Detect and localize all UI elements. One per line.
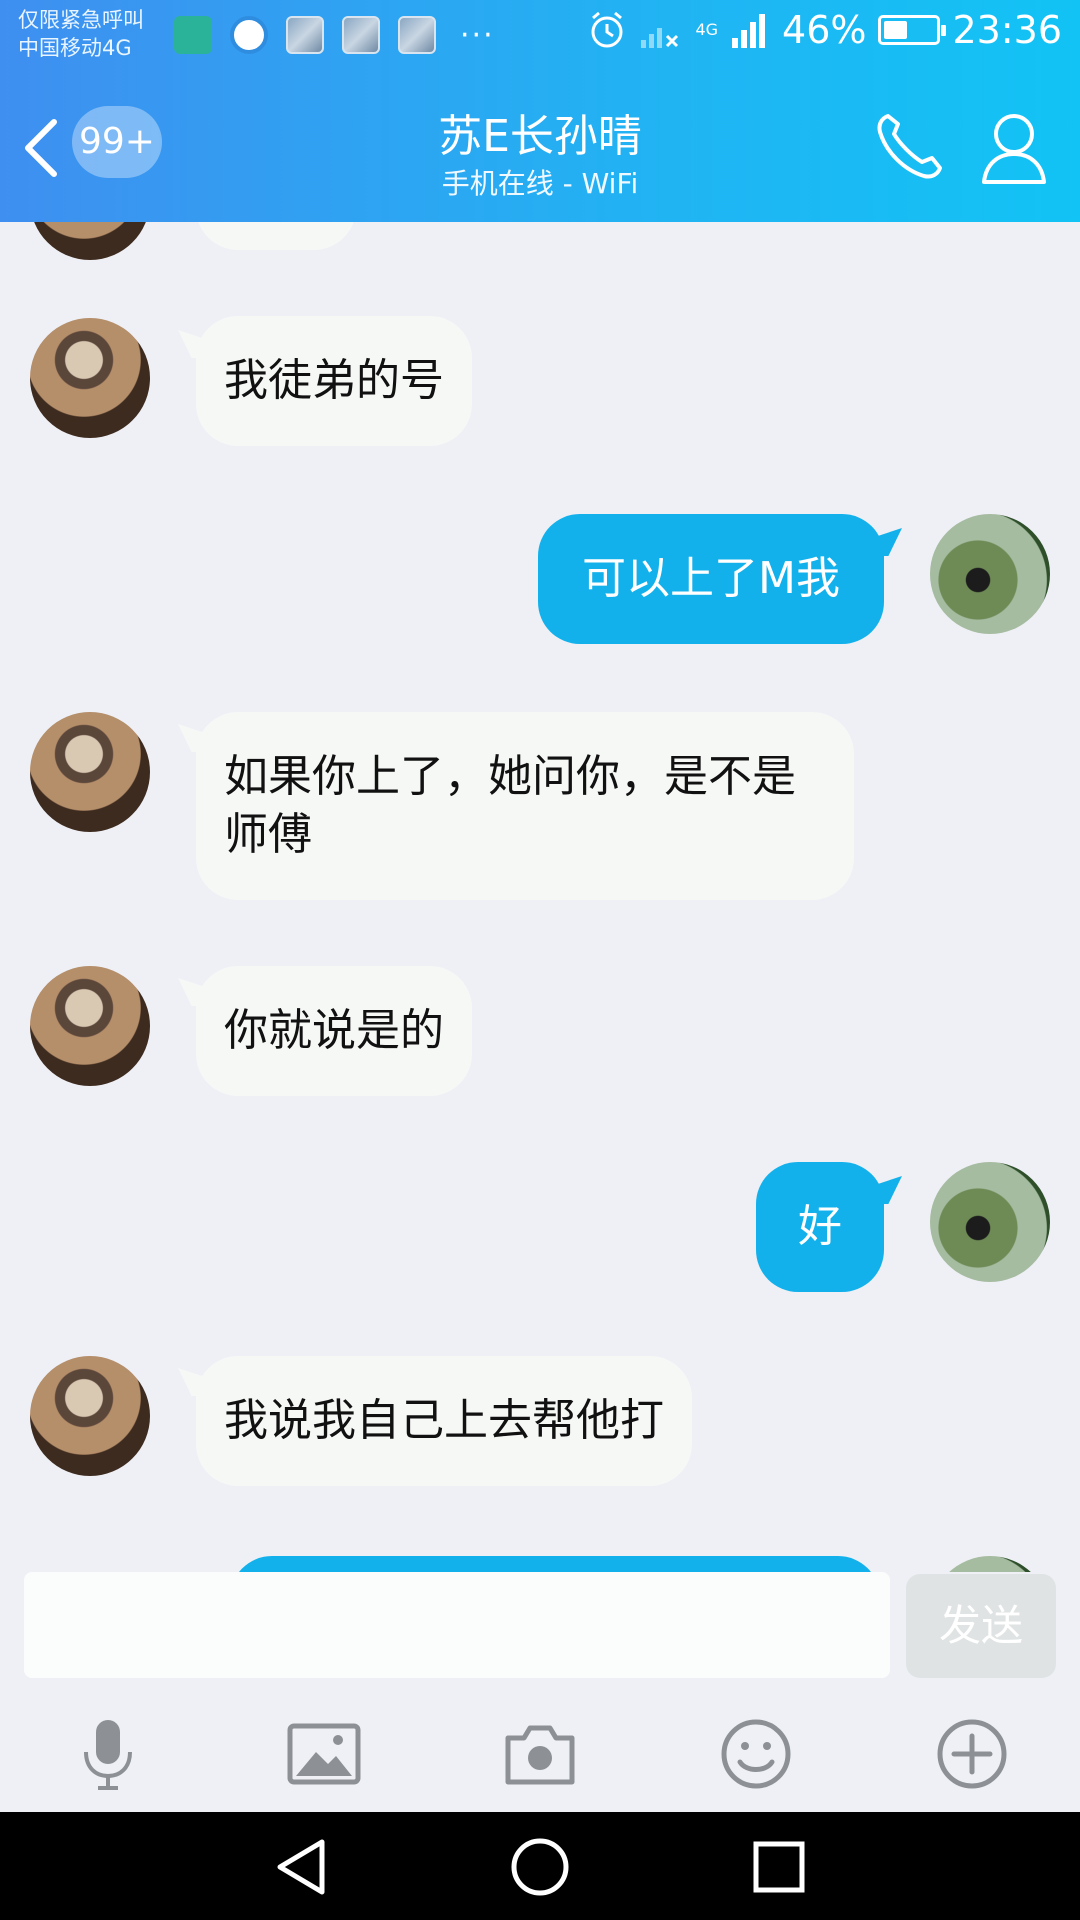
message-text: 我说我自己上去帮他打 <box>224 1395 664 1446</box>
contact-avatar[interactable] <box>30 712 150 832</box>
title-bar: 99+ 苏E长孙晴 手机在线 - WiFi <box>0 70 1080 222</box>
incoming-message-bubble[interactable]: 你就说是的 <box>196 966 472 1096</box>
carrier-line-1: 仅限紧急呼叫 <box>18 8 144 32</box>
incoming-message-bubble[interactable]: 如果你上了，她问你，是不是师傅 <box>196 712 854 900</box>
more-notifications-indicator: ··· <box>460 17 495 53</box>
browser-app-icon <box>230 16 268 54</box>
clock: 23:36 <box>952 8 1062 52</box>
contact-avatar[interactable] <box>30 1356 150 1476</box>
my-avatar[interactable] <box>930 1556 1050 1572</box>
gallery-notification-icon <box>286 16 324 54</box>
message-text: 我徒弟的号 <box>224 355 444 406</box>
signal-sim2-icon <box>641 28 679 48</box>
plus-icon[interactable] <box>934 1716 1010 1792</box>
emoji-icon[interactable] <box>718 1716 794 1792</box>
chat-header: 仅限紧急呼叫 中国移动4G ··· 4G 46% 23:36 99+ 苏E长孙晴… <box>0 0 1080 222</box>
health-app-icon <box>174 16 212 54</box>
phone-call-icon[interactable] <box>870 108 948 186</box>
outgoing-message-bubble[interactable]: 好 <box>756 1162 884 1292</box>
contact-avatar[interactable] <box>30 966 150 1086</box>
microphone-icon[interactable] <box>70 1716 146 1792</box>
notification-icons: ··· <box>174 16 495 54</box>
network-type: 4G <box>695 20 719 39</box>
send-button[interactable]: 发送 <box>906 1574 1056 1678</box>
nav-home-icon[interactable] <box>509 1836 571 1898</box>
contact-profile-icon[interactable] <box>978 108 1050 186</box>
battery-icon <box>878 15 947 45</box>
incoming-message-bubble[interactable]: 我说我自己上去帮他打 <box>196 1356 692 1486</box>
composer-toolbar <box>0 1688 1080 1812</box>
battery-fill <box>884 21 908 39</box>
message-text: 你就说是的 <box>224 1005 444 1056</box>
contact-avatar[interactable] <box>30 318 150 438</box>
message-list[interactable]: 我徒弟的号 可以上了M我 如果你上了，她问你，是不是师傅 你就说是的 好 我说我… <box>0 222 1080 1572</box>
message-input[interactable] <box>24 1572 890 1678</box>
status-bar: 仅限紧急呼叫 中国移动4G ··· 4G 46% 23:36 <box>0 0 1080 70</box>
battery-percent: 46% <box>782 8 867 52</box>
incoming-message-bubble-partial[interactable] <box>196 222 356 250</box>
outgoing-message-bubble[interactable]: 可以上了M我 <box>538 514 884 644</box>
incoming-message-bubble[interactable]: 我徒弟的号 <box>196 316 472 446</box>
alarm-icon <box>591 11 623 48</box>
outgoing-message-bubble-partial[interactable] <box>230 1556 880 1572</box>
my-avatar[interactable] <box>930 1162 1050 1282</box>
image-icon[interactable] <box>286 1716 362 1792</box>
signal-sim1-icon <box>732 14 766 48</box>
carrier-info: 仅限紧急呼叫 中国移动4G <box>18 6 144 62</box>
system-indicators: 4G 46% 23:36 <box>587 8 1062 52</box>
gallery-notification-icon <box>342 16 380 54</box>
system-navigation-bar <box>0 1812 1080 1920</box>
nav-recents-icon[interactable] <box>748 1836 810 1898</box>
message-text: 可以上了M我 <box>582 553 840 604</box>
carrier-line-2: 中国移动4G <box>18 36 132 60</box>
my-avatar[interactable] <box>930 514 1050 634</box>
contact-avatar[interactable] <box>30 222 150 260</box>
message-text: 好 <box>798 1201 842 1252</box>
nav-back-icon[interactable] <box>270 1836 332 1898</box>
network-label: 4G <box>695 20 719 39</box>
message-text: 如果你上了，她问你，是不是师傅 <box>224 751 796 860</box>
composer: 发送 <box>0 1572 1080 1688</box>
gallery-notification-icon <box>398 16 436 54</box>
camera-icon[interactable] <box>502 1716 578 1792</box>
